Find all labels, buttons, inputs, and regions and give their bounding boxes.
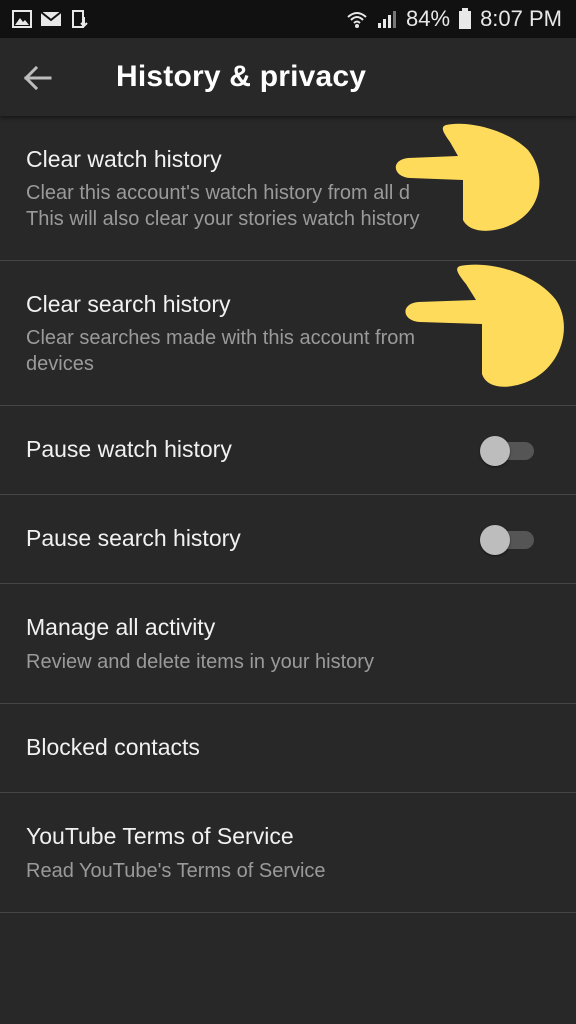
clear-search-history-item[interactable]: Clear search history Clear searches made… (0, 261, 576, 406)
battery-percent: 84% (406, 6, 451, 31)
app-bar: History & privacy (0, 38, 576, 116)
wifi-icon (347, 12, 367, 28)
manage-all-activity-item[interactable]: Manage all activity Review and delete it… (0, 584, 576, 704)
item-title: YouTube Terms of Service (26, 823, 294, 849)
toggle-thumb (480, 525, 510, 555)
arrow-back-icon (23, 65, 52, 91)
page-title: History & privacy (116, 60, 367, 93)
mail-icon (40, 11, 62, 26)
item-title: Clear search history (26, 291, 231, 317)
item-subtitle: Clear this account's watch history from … (26, 182, 420, 230)
clock: 8:07 PM (480, 6, 562, 31)
notification-icons (12, 9, 90, 29)
pause-watch-history-item[interactable]: Pause watch history (0, 406, 576, 495)
item-subtitle: Read YouTube's Terms of Service (26, 860, 326, 882)
item-title: Pause watch history (26, 436, 232, 462)
signal-icon (378, 11, 397, 28)
clear-watch-history-item[interactable]: Clear watch history Clear this account's… (0, 116, 576, 261)
youtube-terms-item[interactable]: YouTube Terms of Service Read YouTube's … (0, 793, 576, 913)
item-subtitle: Clear searches made with this account fr… (26, 327, 416, 375)
item-title: Blocked contacts (26, 734, 200, 760)
settings-list: Clear watch history Clear this account's… (0, 116, 576, 913)
system-status: 84% 8:07 PM (346, 6, 562, 32)
item-title: Manage all activity (26, 614, 216, 640)
pause-search-history-toggle[interactable] (480, 523, 534, 555)
blocked-contacts-item[interactable]: Blocked contacts (0, 704, 576, 793)
item-title: Clear watch history (26, 146, 222, 172)
battery-icon (459, 8, 472, 29)
item-title: Pause search history (26, 525, 241, 551)
image-icon (12, 10, 32, 28)
status-bar: 84% 8:07 PM (0, 0, 576, 38)
item-subtitle: Review and delete items in your history (26, 651, 374, 673)
toggle-thumb (480, 436, 510, 466)
download-icon (72, 10, 88, 28)
pause-search-history-item[interactable]: Pause search history (0, 495, 576, 584)
back-button[interactable] (20, 62, 56, 94)
pause-watch-history-toggle[interactable] (480, 434, 534, 466)
